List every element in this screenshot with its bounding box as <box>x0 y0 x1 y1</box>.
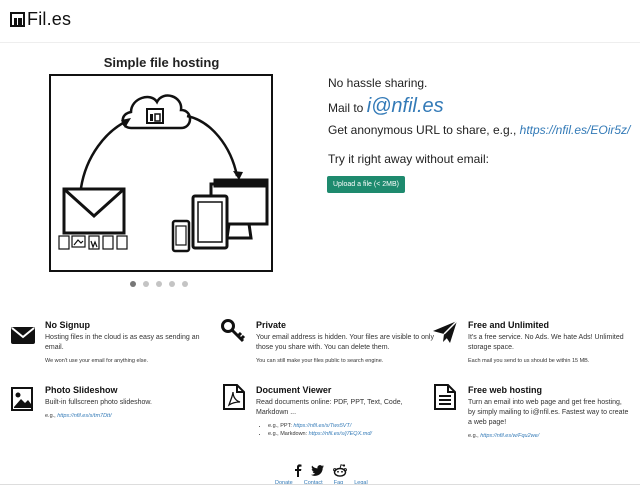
footer-link-donate[interactable]: Donate <box>275 480 293 486</box>
brand-name: Fil.es <box>27 9 72 29</box>
slider-dot[interactable] <box>130 281 136 287</box>
feature-desc: It's a free service. No Ads. We hate Ads… <box>468 334 624 351</box>
logo-icon <box>10 12 25 27</box>
hosting-illustration <box>58 94 269 253</box>
key-icon <box>221 319 246 343</box>
feature-title: Free web hosting <box>468 385 543 395</box>
example-link[interactable]: https://nfil.es/w/Fqu2we/ <box>480 433 539 439</box>
anon-example-link[interactable]: https://nfil.es/EOir5z/ <box>520 123 631 137</box>
slider-pagination <box>130 281 188 287</box>
footer-link-faq[interactable]: Faq <box>334 480 343 486</box>
phone-icon <box>171 219 191 253</box>
feature-desc: Read documents online: PDF, PPT, Text, C… <box>256 399 403 416</box>
tablet-icon <box>191 194 229 250</box>
feature-desc: Your email address is hidden. Your files… <box>256 334 434 351</box>
feature-desc: Built-in fullscreen photo slideshow. <box>45 399 153 406</box>
twitter-icon[interactable] <box>311 465 324 476</box>
feature-note: Each mail you send to us should be withi… <box>468 358 590 364</box>
envelope-icon <box>62 187 126 235</box>
example-link[interactable]: https://nfil.es/s/j7EQX.md/ <box>309 431 372 437</box>
footer-link-contact[interactable]: Contact <box>304 480 323 486</box>
try-text: Try it right away without email: <box>328 152 489 166</box>
feature-title: No Signup <box>45 320 90 330</box>
document-icon <box>434 384 456 410</box>
feature-note: e.g., https://nfil.es/w/Fqu2we/ <box>468 433 540 439</box>
paper-plane-icon <box>433 320 458 343</box>
feature-title: Document Viewer <box>256 385 332 395</box>
feature-title: Free and Unlimited <box>468 320 550 330</box>
facebook-icon[interactable] <box>294 464 302 477</box>
upload-file-button[interactable]: Upload a file (< 2MB) <box>327 176 405 193</box>
slider-title: Simple file hosting <box>103 55 220 70</box>
social-links <box>294 464 347 477</box>
feature-title: Photo Slideshow <box>45 385 118 395</box>
example-link[interactable]: https://nfil.es/s/tm7Dtt/ <box>57 413 111 419</box>
image-icon <box>11 387 33 411</box>
feature-desc: Hosting files in the cloud is as easy as… <box>45 334 200 351</box>
envelope-icon <box>11 327 35 344</box>
feature-note: You can still make your files public to … <box>256 358 384 364</box>
pdf-file-icon <box>223 384 245 410</box>
reddit-icon[interactable] <box>333 464 347 477</box>
slider-dot[interactable] <box>143 281 149 287</box>
slider-dot[interactable] <box>182 281 188 287</box>
brand-logo[interactable]: Fil.es <box>10 9 71 30</box>
arrow-down-icon <box>186 114 239 177</box>
footer-link-legal[interactable]: Legal <box>354 480 367 486</box>
hero-tagline: No hassle sharing. <box>328 76 428 90</box>
hero-anon-line: Get anonymous URL to share, e.g., https:… <box>328 123 630 137</box>
example-link[interactable]: https://nfil.es/s/Tws5VT/ <box>293 423 351 429</box>
list-item: e.g., Markdown: https://nfil.es/s/j7EQX.… <box>268 430 372 438</box>
feature-note: e.g., https://nfil.es/s/tm7Dtt/ <box>45 413 112 419</box>
hero-mail-line: Mail to i@nfil.es <box>328 95 444 118</box>
slider-dot[interactable] <box>169 281 175 287</box>
feature-note: We won't use your email for anything els… <box>45 358 149 364</box>
arrow-up-icon <box>79 119 128 189</box>
footer-links: Donate Contact Faq Legal <box>275 480 368 486</box>
anon-prefix: Get anonymous URL to share, e.g., <box>328 123 520 137</box>
list-item: e.g., PPT: https://nfil.es/s/Tws5VT/ <box>268 422 372 430</box>
slider-image[interactable] <box>49 74 273 272</box>
feature-title: Private <box>256 320 287 330</box>
mail-address-link[interactable]: i@nfil.es <box>367 95 444 117</box>
slider-dot[interactable] <box>156 281 162 287</box>
example-list: e.g., PPT: https://nfil.es/s/Tws5VT/ e.g… <box>256 422 372 438</box>
file-type-icons <box>58 235 128 250</box>
feature-desc: Turn an email into web page and get free… <box>468 399 629 426</box>
mail-prefix: Mail to <box>328 101 367 115</box>
header-divider <box>0 42 640 43</box>
